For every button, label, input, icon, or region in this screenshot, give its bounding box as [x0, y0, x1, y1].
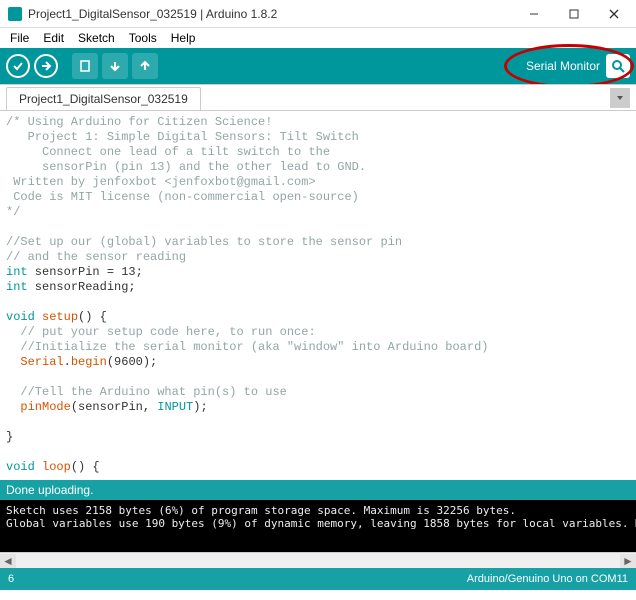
window-title-area: Project1_DigitalSensor_032519 | Arduino …: [8, 7, 514, 21]
titlebar: Project1_DigitalSensor_032519 | Arduino …: [0, 0, 636, 28]
code-token: () {: [71, 460, 100, 474]
console-line: Global variables use 190 bytes (9%) of d…: [6, 517, 636, 530]
code-line: /* Using Arduino for Citizen Science!: [6, 115, 272, 129]
app-icon: [8, 7, 22, 21]
code-token: [35, 310, 42, 324]
minimize-button[interactable]: [514, 0, 554, 28]
scroll-right-icon[interactable]: ►: [620, 554, 636, 568]
upload-button[interactable]: [34, 54, 58, 78]
tab-row: Project1_DigitalSensor_032519: [0, 84, 636, 110]
code-token: );: [193, 400, 207, 414]
code-line: Code is MIT license (non-commercial open…: [6, 190, 359, 204]
code-token: setup: [42, 310, 78, 324]
scroll-track[interactable]: [16, 554, 620, 568]
serial-monitor-label: Serial Monitor: [526, 59, 600, 73]
code-token: [35, 460, 42, 474]
console-line: Sketch uses 2158 bytes (6%) of program s…: [6, 504, 516, 517]
code-line: //Initialize the serial monitor (aka "wi…: [6, 340, 488, 354]
code-token: [6, 400, 20, 414]
code-token: void: [6, 310, 35, 324]
code-token: void: [6, 460, 35, 474]
verify-button[interactable]: [6, 54, 30, 78]
code-token: sensorReading;: [28, 280, 136, 294]
code-token: () {: [78, 310, 107, 324]
code-token: INPUT: [157, 400, 193, 414]
line-number: 6: [8, 573, 14, 585]
maximize-button[interactable]: [554, 0, 594, 28]
window-title: Project1_DigitalSensor_032519 | Arduino …: [28, 7, 277, 21]
scroll-left-icon[interactable]: ◄: [0, 554, 16, 568]
tab-menu-button[interactable]: [610, 88, 630, 108]
compile-status-text: Done uploading.: [6, 483, 93, 497]
menu-edit[interactable]: Edit: [37, 29, 70, 47]
serial-monitor-area: Serial Monitor: [526, 54, 630, 78]
code-line: */: [6, 205, 20, 219]
code-line: //Set up our (global) variables to store…: [6, 235, 409, 249]
code-line: // and the sensor reading: [6, 250, 186, 264]
code-token: pinMode: [20, 400, 70, 414]
open-sketch-button[interactable]: [102, 53, 128, 79]
code-token: sensorPin = 13;: [28, 265, 143, 279]
close-button[interactable]: [594, 0, 634, 28]
code-token: int: [6, 280, 28, 294]
menubar: File Edit Sketch Tools Help: [0, 28, 636, 48]
menu-tools[interactable]: Tools: [123, 29, 163, 47]
code-token: Serial: [20, 355, 63, 369]
code-line: Connect one lead of a tilt switch to the: [6, 145, 337, 159]
toolbar: Serial Monitor: [0, 48, 636, 84]
sketch-tab[interactable]: Project1_DigitalSensor_032519: [6, 87, 201, 110]
code-line: Project 1: Simple Digital Sensors: Tilt …: [6, 130, 359, 144]
menu-sketch[interactable]: Sketch: [72, 29, 121, 47]
menu-help[interactable]: Help: [165, 29, 202, 47]
compile-status: Done uploading.: [0, 480, 636, 500]
code-line: Written by jenfoxbot <jenfoxbot@gmail.co…: [6, 175, 316, 189]
code-editor[interactable]: /* Using Arduino for Citizen Science! Pr…: [0, 110, 636, 480]
console-output[interactable]: Sketch uses 2158 bytes (6%) of program s…: [0, 500, 636, 552]
code-token: int: [6, 265, 28, 279]
code-line: //Tell the Arduino what pin(s) to use: [6, 385, 287, 399]
new-sketch-button[interactable]: [72, 53, 98, 79]
code-token: .: [64, 355, 71, 369]
code-token: [6, 355, 20, 369]
code-line: sensorPin (pin 13) and the other lead to…: [6, 160, 366, 174]
board-port: Arduino/Genuino Uno on COM11: [467, 573, 628, 585]
code-token: (sensorPin,: [71, 400, 157, 414]
menu-file[interactable]: File: [4, 29, 35, 47]
code-token: begin: [71, 355, 107, 369]
code-token: (9600);: [107, 355, 157, 369]
code-token: loop: [42, 460, 71, 474]
console-scrollbar[interactable]: ◄ ►: [0, 552, 636, 568]
save-sketch-button[interactable]: [132, 53, 158, 79]
code-line: }: [6, 430, 13, 444]
serial-monitor-button[interactable]: [606, 54, 630, 78]
footer-status: 6 Arduino/Genuino Uno on COM11: [0, 568, 636, 590]
window-controls: [514, 0, 634, 28]
code-line: // put your setup code here, to run once…: [6, 325, 316, 339]
